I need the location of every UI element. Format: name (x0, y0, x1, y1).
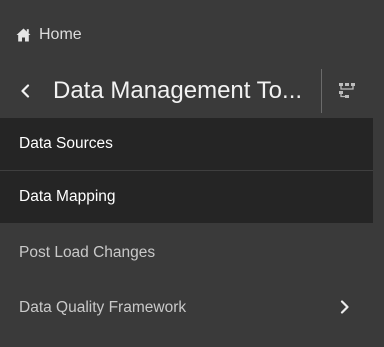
hierarchy-icon (339, 83, 355, 98)
navigation-panel: Home Data Management To... Data Sources (0, 0, 384, 347)
menu-item-label: Data Quality Framework (19, 299, 187, 316)
home-link[interactable]: Home (0, 18, 384, 54)
panel-title: Data Management To... (53, 77, 303, 104)
back-button[interactable] (8, 74, 42, 108)
chevron-right-icon (340, 300, 349, 314)
chevron-left-icon (21, 84, 30, 98)
menu-item-data-sources[interactable]: Data Sources (0, 118, 373, 170)
panel-header: Data Management To... (0, 62, 384, 118)
menu-item-post-load-changes[interactable]: Post Load Changes (0, 227, 373, 279)
menu-item-label: Data Sources (19, 135, 113, 152)
menu-item-data-mapping[interactable]: Data Mapping (0, 171, 373, 223)
menu-item-data-quality-framework[interactable]: Data Quality Framework (0, 282, 373, 334)
menu-item-label: Data Mapping (19, 188, 116, 205)
header-divider (321, 69, 322, 113)
menu-item-label: Post Load Changes (19, 244, 156, 261)
home-label: Home (39, 26, 82, 43)
home-icon (16, 28, 31, 42)
tree-view-button[interactable] (330, 74, 366, 108)
